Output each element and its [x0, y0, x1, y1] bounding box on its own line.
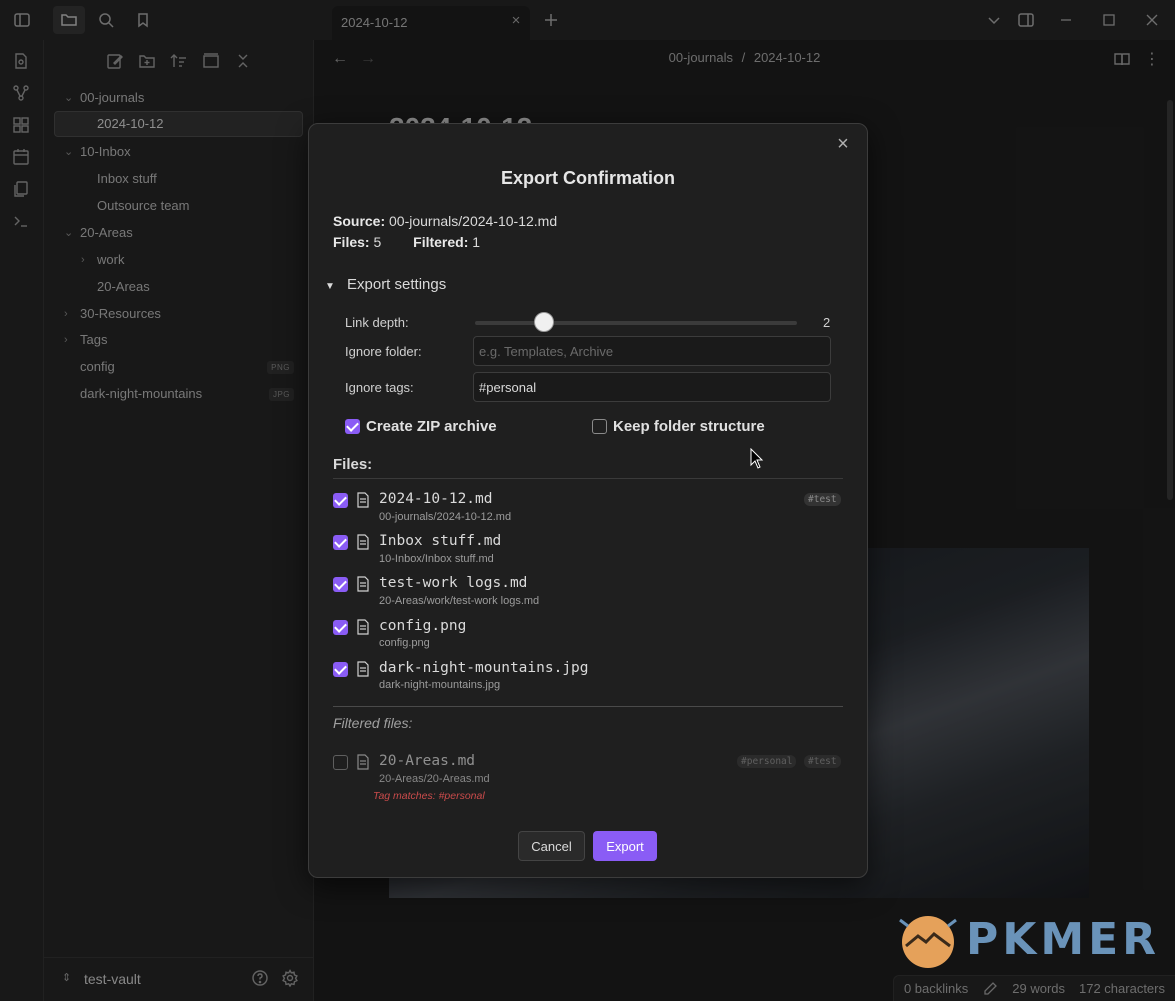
file-path: 00-journals/2024-10-12.md	[379, 511, 512, 523]
filtered-file-checkbox[interactable]	[333, 755, 348, 770]
zip-archive-label[interactable]: Create ZIP archive	[366, 418, 497, 435]
keep-structure-checkbox[interactable]	[592, 419, 607, 434]
document-icon	[356, 576, 370, 592]
document-icon	[356, 661, 370, 677]
mouse-cursor-icon	[750, 447, 764, 473]
zip-archive-checkbox[interactable]	[345, 419, 360, 434]
close-modal-icon[interactable]: ×	[833, 134, 853, 154]
document-icon	[356, 754, 370, 770]
file-name: 20-Areas.md	[379, 753, 476, 769]
pkmer-wordmark: PKMER	[966, 914, 1161, 965]
ignore-folder-input[interactable]	[473, 336, 831, 366]
file-checkbox[interactable]	[333, 662, 348, 677]
modal-title: Export Confirmation	[501, 168, 675, 188]
file-name: test-work logs.md	[379, 575, 528, 591]
source-value: 00-journals/2024-10-12.md	[389, 213, 558, 229]
file-path: 20-Areas/work/test-work logs.md	[379, 595, 540, 607]
files-heading: Files:	[333, 456, 373, 473]
settings-heading: Export settings	[347, 276, 447, 293]
link-depth-value: 2	[823, 315, 831, 330]
file-tag: #test	[804, 755, 841, 768]
file-checkbox[interactable]	[333, 493, 348, 508]
keep-structure-label[interactable]: Keep folder structure	[613, 418, 765, 435]
file-name: config.png	[379, 618, 467, 634]
document-icon	[356, 534, 370, 550]
file-path: dark-night-mountains.jpg	[379, 679, 501, 691]
files-divider	[333, 478, 843, 479]
file-tag: #personal	[737, 755, 797, 768]
cancel-button[interactable]: Cancel	[518, 831, 585, 861]
triangle-down-icon: ▼	[325, 281, 335, 292]
link-depth-slider-thumb[interactable]	[534, 312, 554, 332]
file-name: Inbox stuff.md	[379, 533, 502, 549]
file-name: 2024-10-12.md	[379, 491, 493, 507]
file-checkbox[interactable]	[333, 620, 348, 635]
source-info: Source: 00-journals/2024-10-12.md	[333, 213, 557, 229]
file-checkbox[interactable]	[333, 577, 348, 592]
export-button[interactable]: Export	[593, 831, 657, 861]
link-depth-label: Link depth:	[345, 315, 409, 330]
document-icon	[356, 492, 370, 508]
counts-info: Files: 5 Filtered: 1	[333, 234, 480, 250]
filtered-files-heading: Filtered files:	[333, 715, 413, 731]
pkmer-watermark: PKMER	[896, 908, 1156, 972]
ignore-tags-label: Ignore tags:	[345, 380, 414, 395]
filtered-count-value: 1	[472, 234, 481, 250]
file-path: 10-Inbox/Inbox stuff.md	[379, 553, 494, 565]
filtered-divider	[333, 706, 843, 707]
files-count-label: Files:	[333, 234, 370, 250]
pkmer-logo-icon	[899, 916, 957, 968]
ignore-tags-input[interactable]	[473, 372, 831, 402]
files-count-value: 5	[373, 234, 382, 250]
source-label: Source:	[333, 213, 386, 229]
export-confirmation-modal: × Export Confirmation Source: 00-journal…	[308, 123, 868, 878]
ignore-folder-label: Ignore folder:	[345, 344, 422, 359]
file-name: dark-night-mountains.jpg	[379, 660, 589, 676]
filtered-count-label: Filtered:	[413, 234, 469, 250]
file-path: 20-Areas/20-Areas.md	[379, 773, 490, 785]
filter-reason: Tag matches: #personal	[373, 790, 485, 802]
link-depth-slider-track[interactable]	[475, 321, 797, 325]
file-tag: #test	[804, 493, 841, 506]
file-path: config.png	[379, 637, 430, 649]
document-icon	[356, 619, 370, 635]
file-checkbox[interactable]	[333, 535, 348, 550]
export-settings-toggle[interactable]: ▼ Export settings	[325, 276, 446, 293]
